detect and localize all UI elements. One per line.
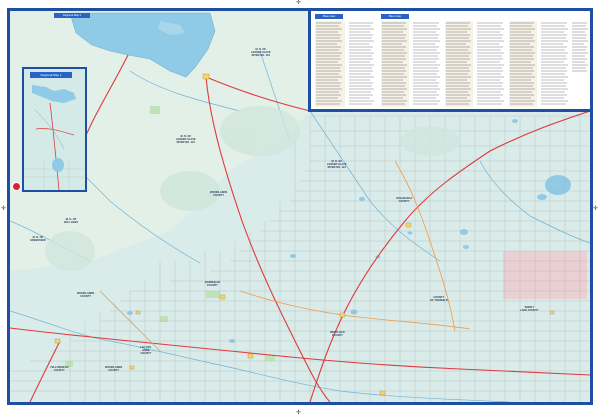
region-label: SMOKY LAKE COUNTY	[520, 306, 539, 312]
registration-mark-top: ✛	[296, 0, 302, 6]
map-sheet: ✛ ✛ ✛ ✛ M. D. OF LESSER SLAVE RIVER NO. …	[0, 0, 600, 417]
registration-mark-right: ✛	[593, 206, 599, 212]
index-text-lines-6	[477, 22, 504, 105]
region-label: ATHABASCA COUNTY	[396, 197, 413, 203]
lake-4	[463, 245, 469, 249]
top-inset-title: Regional Map 2	[54, 13, 90, 18]
town-slave-lake	[202, 73, 210, 80]
town-whitecourt	[54, 338, 61, 344]
region-label: WOODLANDS COUNTY	[210, 191, 228, 197]
index-text-lines-4	[413, 22, 440, 105]
region-label: M. D. OF GREENVIEW	[30, 236, 46, 242]
lake-10	[407, 231, 413, 235]
registration-mark-bottom: ✛	[296, 410, 302, 416]
index-text-lines-8	[541, 22, 568, 105]
reserve-area	[503, 251, 587, 299]
region-label: M. D. OF LESSER SLAVE RIVER NO. 124	[327, 160, 347, 169]
index-column-bands	[315, 21, 537, 107]
region-label: LAC STE. ANNE COUNTY	[140, 346, 152, 355]
lake-7	[350, 309, 358, 315]
region-label: COUNTY OF THORHILD	[430, 296, 448, 302]
park-1	[150, 106, 160, 114]
park-2	[206, 291, 220, 298]
town-smoky-lake	[549, 310, 555, 315]
region-label: BARRHEAD COUNTY	[205, 281, 220, 287]
inset-map-title: Regional Map 1	[30, 72, 72, 78]
lake-5	[359, 197, 365, 201]
town-athabasca	[405, 222, 412, 228]
place-index-panel: Place Index Place Index	[308, 11, 590, 112]
legend-badge-icon[interactable]	[12, 182, 21, 191]
lake-east-1	[545, 175, 571, 195]
main-map[interactable]: M. D. OF LESSER SLAVE RIVER NO. 124 M. D…	[7, 8, 593, 405]
region-label: WOODLANDS COUNTY	[77, 292, 95, 298]
place-index-columns	[315, 21, 588, 107]
region-label: M. D. OF LESSER SLAVE RIVER NO. 124	[176, 135, 196, 144]
index-heading: Place Index	[315, 14, 343, 19]
index-text-lines-9	[572, 22, 588, 72]
inset-map-canvas	[24, 69, 85, 190]
registration-mark-left: ✛	[1, 206, 7, 212]
town-barrhead	[219, 294, 226, 300]
lake-east-2	[537, 194, 547, 200]
town-westlock	[339, 312, 346, 318]
region-label: WESTLOCK COUNTY	[330, 331, 345, 337]
lake-3	[460, 229, 468, 235]
town-onoway	[247, 353, 254, 359]
index-text-lines-2	[349, 22, 374, 105]
region-label: M. D. OF BIG LAKES	[64, 218, 79, 224]
town-st-albert	[379, 390, 386, 396]
inset-map[interactable]: Regional Map 1	[22, 67, 87, 192]
region-label: M. D. OF LESSER SLAVE RIVER NO. 124	[251, 48, 271, 57]
town-mayerthorpe	[129, 365, 135, 370]
lake-12	[512, 119, 518, 123]
index-heading: Place Index	[381, 14, 409, 19]
town-fort-assiniboine	[135, 310, 141, 315]
region-label: WOODLANDS COUNTY	[105, 366, 123, 372]
region-label: YELLOWHEAD COUNTY	[50, 366, 69, 372]
